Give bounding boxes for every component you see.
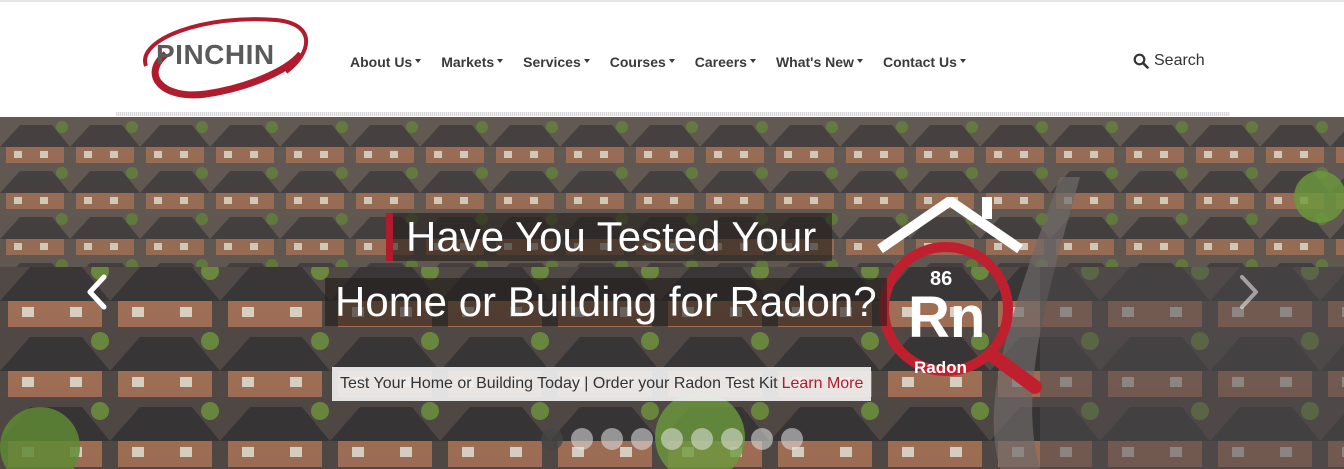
radon-symbol: Rn <box>908 285 985 350</box>
nav-label: Careers <box>694 54 747 70</box>
carousel-indicator-dot[interactable] <box>541 428 563 450</box>
learn-more-link[interactable]: Learn More <box>782 375 864 393</box>
carousel-indicator-dot[interactable] <box>721 428 743 450</box>
site-header: PINCHIN About Us Markets Services Course… <box>0 2 1344 117</box>
search-icon <box>1133 53 1149 69</box>
carousel-next-button[interactable] <box>1228 267 1268 317</box>
carousel-prev-button[interactable] <box>78 267 118 317</box>
radon-badge: 86 Rn Radon <box>870 194 1050 397</box>
caret-down-icon <box>497 59 504 63</box>
caret-down-icon <box>583 59 590 63</box>
nav-label: What's New <box>775 54 854 70</box>
nav-label: Services <box>523 54 581 70</box>
chevron-right-icon <box>1240 275 1258 309</box>
hero-headline-line-1: Have You Tested Your <box>386 213 833 261</box>
nav-item-courses[interactable]: Courses <box>600 50 685 74</box>
hero-headline-line-2: Home or Building for Radon? <box>325 278 887 326</box>
nav-item-services[interactable]: Services <box>513 50 600 74</box>
logo-wordmark: PINCHIN <box>156 39 275 70</box>
nav-label: About Us <box>350 54 413 70</box>
hero-carousel: 86 Rn Radon Have You Tested Your Home or… <box>0 117 1344 469</box>
caret-down-icon <box>959 59 966 63</box>
caret-down-icon <box>856 59 863 63</box>
headline-text: Home or Building for Radon? <box>335 278 877 325</box>
caret-down-icon <box>749 59 756 63</box>
nav-label: Courses <box>609 54 666 70</box>
main-nav: About Us Markets Services Courses Career… <box>340 50 976 74</box>
nav-label: Contact Us <box>882 54 957 70</box>
carousel-indicator-dot[interactable] <box>601 428 623 450</box>
nav-label: Markets <box>441 54 495 70</box>
chevron-left-icon <box>87 274 107 310</box>
nav-item-whats-new[interactable]: What's New <box>766 50 873 74</box>
nav-item-contact-us[interactable]: Contact Us <box>873 50 976 74</box>
caret-down-icon <box>415 59 422 63</box>
search-button[interactable]: Search <box>1133 49 1205 73</box>
hero-cta-bar: Test Your Home or Building Today | Order… <box>332 367 872 401</box>
carousel-indicator-dot[interactable] <box>781 428 803 450</box>
nav-item-careers[interactable]: Careers <box>685 50 766 74</box>
headline-text: Have You Tested Your <box>406 213 817 260</box>
nav-item-markets[interactable]: Markets <box>431 50 513 74</box>
carousel-indicators <box>541 428 803 450</box>
caret-down-icon <box>668 59 675 63</box>
carousel-indicator-dot[interactable] <box>631 428 653 450</box>
radon-name: Radon <box>914 358 967 377</box>
carousel-indicator-dot[interactable] <box>751 428 773 450</box>
radon-house-magnifier-icon: 86 Rn Radon <box>877 194 1042 394</box>
header-divider <box>116 112 1230 116</box>
nav-item-about-us[interactable]: About Us <box>340 50 431 74</box>
carousel-indicator-dot[interactable] <box>661 428 683 450</box>
search-label: Search <box>1154 52 1205 69</box>
carousel-indicator-dot[interactable] <box>691 428 713 450</box>
carousel-indicator-dot[interactable] <box>571 428 593 450</box>
pinchin-logo[interactable]: PINCHIN <box>136 14 312 100</box>
cta-text: Test Your Home or Building Today | Order… <box>340 375 778 392</box>
